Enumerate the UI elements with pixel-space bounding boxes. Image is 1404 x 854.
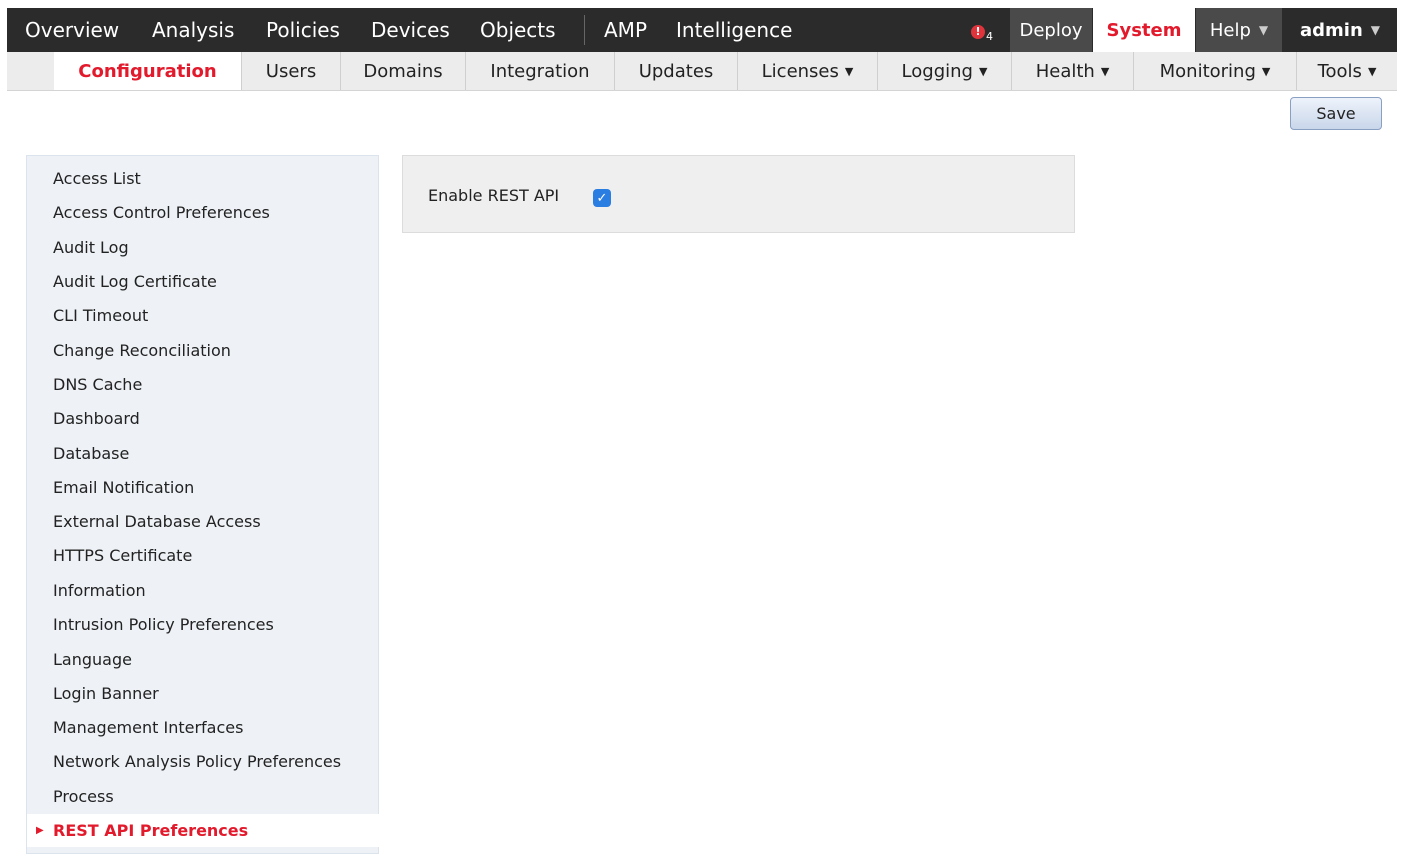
system-label: System (1106, 19, 1182, 41)
nav-analysis[interactable]: Analysis (152, 18, 234, 42)
admin-label: admin (1299, 19, 1363, 41)
sidebar-item-label: REST API Preferences (53, 821, 249, 840)
sidebar-item-database[interactable]: Database (53, 444, 129, 463)
tab-tools[interactable]: Tools ▼ (1297, 52, 1397, 90)
enable-rest-api-checkbox[interactable]: ✓ (593, 189, 611, 207)
tab-licenses[interactable]: Licenses ▼ (738, 52, 878, 90)
tab-domains[interactable]: Domains (341, 52, 466, 90)
help-label: Help (1209, 19, 1251, 41)
tab-label: Logging (901, 60, 973, 82)
deploy-label: Deploy (1019, 19, 1083, 41)
caret-down-icon: ▼ (978, 64, 988, 78)
sidebar-item-audit-log-certificate[interactable]: Audit Log Certificate (53, 272, 217, 291)
nav-overview[interactable]: Overview (25, 18, 119, 42)
tab-label: Licenses (761, 60, 839, 82)
tab-logging[interactable]: Logging ▼ (878, 52, 1012, 90)
admin-menu[interactable]: admin ▼ (1283, 8, 1397, 52)
tab-label: Domains (363, 60, 443, 82)
caret-down-icon: ▼ (1367, 64, 1377, 78)
sidebar-item-intrusion-policy-preferences[interactable]: Intrusion Policy Preferences (53, 615, 274, 634)
tab-label: Configuration (78, 60, 217, 82)
tab-updates[interactable]: Updates (615, 52, 738, 90)
tab-integration[interactable]: Integration (466, 52, 615, 90)
top-nav: Overview Analysis Policies Devices Objec… (7, 8, 1397, 52)
sidebar-item-process[interactable]: Process (53, 787, 114, 806)
caret-down-icon: ▼ (1258, 23, 1269, 37)
tab-label: Monitoring (1159, 60, 1256, 82)
alert-icon: ! (971, 24, 985, 39)
nav-amp[interactable]: AMP (604, 18, 647, 42)
help-menu[interactable]: Help ▼ (1196, 8, 1282, 52)
alert-count: 4 (986, 30, 993, 43)
sidebar-item-cli-timeout[interactable]: CLI Timeout (53, 306, 148, 325)
checkmark-icon: ✓ (596, 190, 608, 206)
save-button[interactable]: Save (1290, 97, 1382, 130)
nav-divider (584, 15, 585, 45)
rest-api-settings-panel: Enable REST API ✓ (402, 155, 1075, 233)
tab-label: Integration (490, 60, 590, 82)
sidebar-item-access-list[interactable]: Access List (53, 169, 141, 188)
sidebar-item-audit-log[interactable]: Audit Log (53, 238, 129, 257)
caret-down-icon: ▼ (1261, 64, 1271, 78)
sidebar-item-access-control-preferences[interactable]: Access Control Preferences (53, 203, 270, 222)
sidebar-item-email-notification[interactable]: Email Notification (53, 478, 194, 497)
sidebar-item-information[interactable]: Information (53, 581, 146, 600)
sidebar-item-management-interfaces[interactable]: Management Interfaces (53, 718, 243, 737)
sidebar-item-dashboard[interactable]: Dashboard (53, 409, 140, 428)
deploy-button[interactable]: Deploy (1010, 8, 1092, 52)
settings-sidebar: Access List Access Control Preferences A… (26, 155, 380, 854)
sidebar-item-https-certificate[interactable]: HTTPS Certificate (53, 546, 192, 565)
sidebar-item-change-reconciliation[interactable]: Change Reconciliation (53, 341, 231, 360)
tab-health[interactable]: Health ▼ (1012, 52, 1134, 90)
caret-down-icon: ▼ (1100, 64, 1110, 78)
tab-label: Updates (638, 60, 714, 82)
nav-objects[interactable]: Objects (480, 18, 556, 42)
sidebar-item-external-database-access[interactable]: External Database Access (53, 512, 261, 531)
arrow-right-icon: ▶ (36, 825, 44, 836)
system-menu[interactable]: System (1093, 8, 1195, 52)
tab-users[interactable]: Users (242, 52, 341, 90)
sidebar-item-network-analysis-policy-preferences[interactable]: Network Analysis Policy Preferences (53, 752, 341, 771)
tab-monitoring[interactable]: Monitoring ▼ (1134, 52, 1297, 90)
caret-down-icon: ▼ (1370, 23, 1380, 37)
caret-down-icon: ▼ (844, 64, 854, 78)
sidebar-item-rest-api-preferences[interactable]: ▶ REST API Preferences (27, 814, 380, 847)
nav-devices[interactable]: Devices (371, 18, 450, 42)
tab-label: Tools (1317, 60, 1362, 82)
sub-nav: Configuration Users Domains Integration … (7, 52, 1397, 91)
nav-intelligence[interactable]: Intelligence (676, 18, 792, 42)
nav-policies[interactable]: Policies (266, 18, 340, 42)
sidebar-item-dns-cache[interactable]: DNS Cache (53, 375, 142, 394)
tab-configuration[interactable]: Configuration (54, 52, 242, 90)
sidebar-item-language[interactable]: Language (53, 650, 132, 669)
alerts[interactable]: ! 4 (971, 20, 993, 43)
sidebar-item-login-banner[interactable]: Login Banner (53, 684, 159, 703)
tab-label: Users (265, 60, 317, 82)
enable-rest-api-label: Enable REST API (428, 186, 560, 205)
tab-label: Health (1035, 60, 1095, 82)
